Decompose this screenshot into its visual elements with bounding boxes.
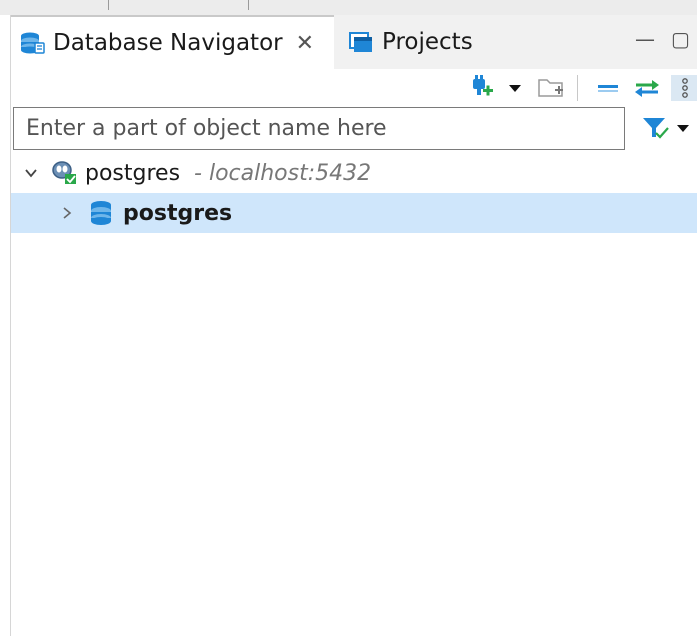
chevron-down-icon[interactable] — [21, 166, 41, 180]
tree-node-connection[interactable]: postgres - localhost:5432 — [11, 153, 697, 193]
toolbar-separator — [577, 75, 578, 101]
database-icon — [89, 200, 113, 226]
connection-host: - localhost:5432 — [194, 160, 372, 186]
filter-row — [11, 107, 697, 151]
link-with-editor-icon[interactable] — [633, 75, 661, 101]
top-strip-separator — [248, 0, 249, 10]
navigator-toolbar — [11, 69, 697, 107]
postgresql-connection-icon — [51, 160, 79, 186]
projects-icon — [348, 30, 374, 54]
database-name: postgres — [123, 200, 233, 226]
database-navigator-panel: Database Navigator ✕ Projects — ▢ Enter … — [10, 15, 697, 636]
new-connection-icon[interactable] — [467, 75, 495, 101]
tab-projects-label: Projects — [382, 29, 473, 55]
new-folder-icon[interactable] — [537, 75, 567, 101]
tab-database-navigator-label: Database Navigator — [53, 30, 283, 56]
object-name-filter-input[interactable] — [13, 107, 625, 150]
top-strip-separator — [108, 0, 109, 10]
tab-database-navigator[interactable]: Database Navigator ✕ — [11, 15, 334, 69]
maximize-view-icon[interactable]: ▢ — [671, 27, 690, 51]
chevron-down-icon — [677, 125, 689, 132]
collapse-all-icon[interactable] — [595, 75, 621, 101]
minimize-view-icon[interactable]: — — [635, 27, 655, 51]
top-strip — [0, 0, 697, 15]
view-menu-icon[interactable] — [671, 75, 697, 101]
filter-settings-button[interactable] — [641, 115, 691, 141]
connection-name: postgres — [85, 160, 181, 186]
tree-node-database[interactable]: postgres — [11, 193, 697, 233]
database-navigator-icon — [19, 31, 45, 55]
chevron-down-icon[interactable] — [507, 75, 523, 101]
chevron-right-icon[interactable] — [57, 206, 77, 220]
tab-projects[interactable]: Projects — [340, 15, 510, 69]
filter-icon — [643, 118, 669, 139]
view-tab-bar: Database Navigator ✕ Projects — ▢ — [11, 15, 697, 69]
close-tab-icon[interactable]: ✕ — [296, 31, 314, 56]
